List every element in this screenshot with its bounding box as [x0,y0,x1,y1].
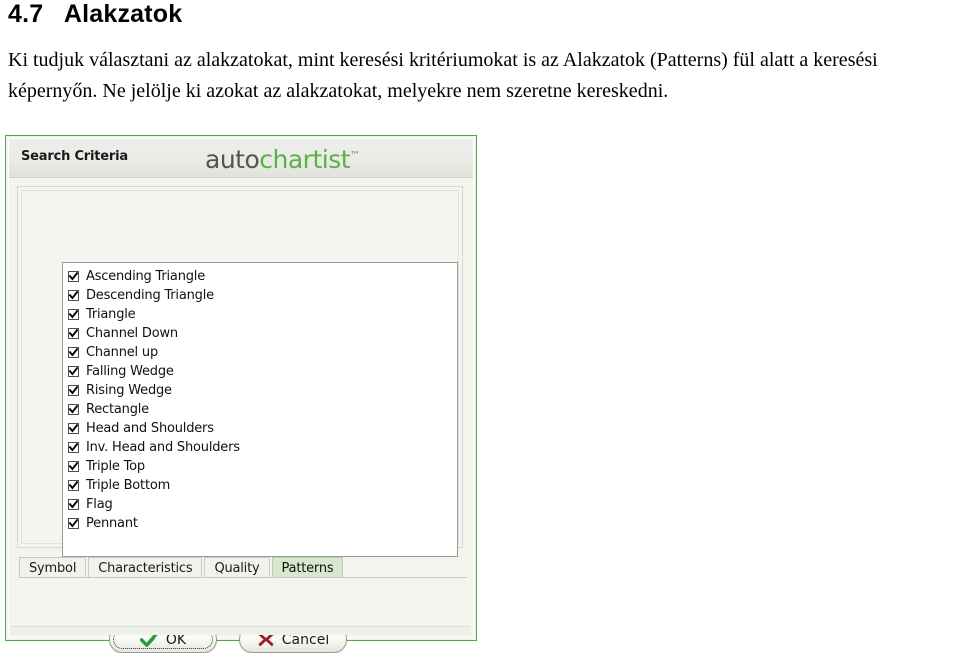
dialog-tabstrip: Symbol Characteristics Quality Patterns [19,556,345,578]
logo-text-chartist: chartist [259,145,351,174]
search-criteria-dialog: Search Criteria autochartist™ Ascending … [5,135,477,653]
checkbox-checked-icon[interactable] [68,309,79,320]
list-item-label: Ascending Triangle [86,269,205,284]
checkbox-checked-icon[interactable] [68,423,79,434]
checkbox-checked-icon[interactable] [68,518,79,529]
logo-trademark-icon: ™ [350,150,360,162]
list-item-label: Head and Shoulders [86,421,214,436]
list-item-label: Triple Bottom [86,478,171,493]
checkbox-checked-icon[interactable] [68,385,79,396]
list-item-label: Inv. Head and Shoulders [86,440,240,455]
dialog-title: Search Criteria [21,149,128,164]
checkbox-checked-icon[interactable] [68,271,79,282]
list-item[interactable]: Inv. Head and Shoulders [68,438,457,457]
list-item-label: Descending Triangle [86,288,214,303]
list-item[interactable]: Rising Wedge [68,381,457,400]
checkbox-checked-icon[interactable] [68,404,79,415]
dialog-header: Search Criteria autochartist™ [9,139,473,178]
list-item[interactable]: Rectangle [68,400,457,419]
list-item[interactable]: Falling Wedge [68,362,457,381]
dialog-body: Ascending Triangle Descending Triangle Tri… [9,178,473,653]
dialog-inner-frame: Search Criteria autochartist™ Ascending … [8,138,474,653]
checkbox-checked-icon[interactable] [68,328,79,339]
list-item-label: Channel up [86,345,158,360]
dialog-bottom-strip [11,626,471,635]
list-item[interactable]: Flag [68,495,457,514]
patterns-panel: Ascending Triangle Descending Triangle Tri… [17,186,463,557]
tabstrip-divider [19,577,467,578]
list-item-label: Rising Wedge [86,383,172,398]
checkbox-checked-icon[interactable] [68,499,79,510]
list-item-label: Flag [86,497,113,512]
list-item[interactable]: Head and Shoulders [68,419,457,438]
checkbox-checked-icon[interactable] [68,480,79,491]
logo-text-auto: auto [205,145,260,174]
page-paragraph: Ki tudjuk választani az alakzatokat, min… [8,49,878,102]
tab-quality[interactable]: Quality [204,557,270,578]
checkbox-checked-icon[interactable] [68,442,79,453]
list-item-label: Channel Down [86,326,178,341]
list-item[interactable]: Triple Top [68,457,457,476]
tab-characteristics[interactable]: Characteristics [88,557,203,578]
checkbox-checked-icon[interactable] [68,461,79,472]
list-item-label: Pennant [86,516,138,531]
checkbox-checked-icon[interactable] [68,290,79,301]
tab-symbol[interactable]: Symbol [19,557,87,578]
autochartist-logo: autochartist™ [205,145,360,174]
patterns-listbox[interactable]: Ascending Triangle Descending Triangle Tri… [62,262,458,557]
list-item[interactable]: Ascending Triangle [68,267,457,286]
checkbox-checked-icon[interactable] [68,366,79,377]
list-item-label: Rectangle [86,402,149,417]
list-item-label: Triple Top [86,459,145,474]
list-item[interactable]: Channel Down [68,324,457,343]
list-item[interactable]: Pennant [68,514,457,533]
tab-patterns[interactable]: Patterns [271,557,344,578]
list-item[interactable]: Channel up [68,343,457,362]
list-item-label: Falling Wedge [86,364,174,379]
list-item-label: Triangle [86,307,136,322]
page-heading: 4.7 Alakzatok [8,0,183,28]
patterns-list: Ascending Triangle Descending Triangle Tri… [63,263,457,533]
list-item[interactable]: Triple Bottom [68,476,457,495]
checkbox-checked-icon[interactable] [68,347,79,358]
list-item[interactable]: Triangle [68,305,457,324]
list-item[interactable]: Descending Triangle [68,286,457,305]
